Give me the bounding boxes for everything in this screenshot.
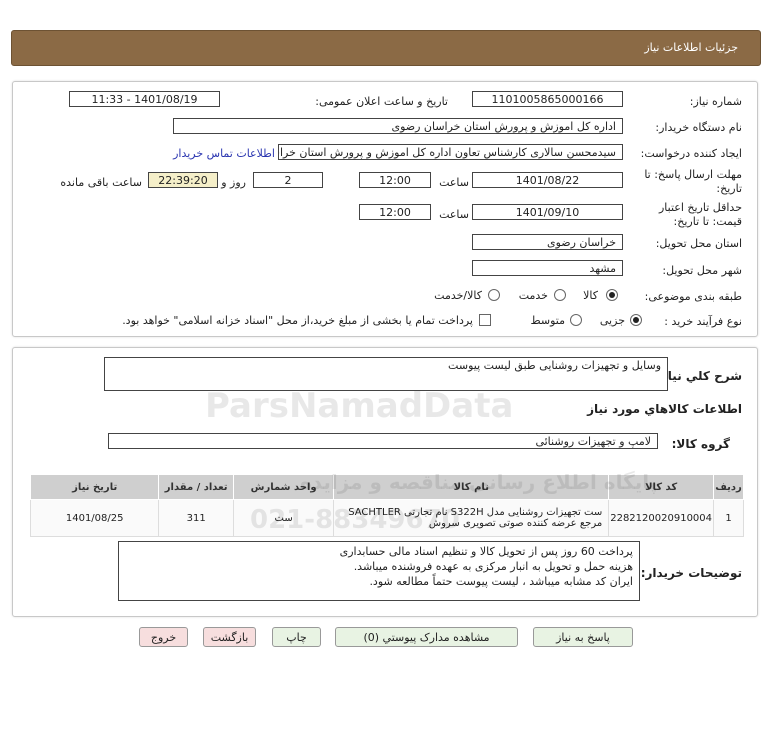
buyer-notes-box: پرداخت 60 روز پس از تحویل کالا و تنظیم ا… [118,541,640,601]
category-label: طبقه بندی موضوعی: [644,290,742,303]
validity-label-1: حداقل تاریخ اعتبار [658,201,742,214]
cell-row: 1 [713,499,744,537]
buyer-note-line: پرداخت 60 روز پس از تحویل کالا و تنظیم ا… [339,545,633,558]
goods-group-label: گروه کالا: [671,437,730,451]
buyer-note-line: هزینه حمل و تحویل به انبار مرکزی به عهده… [353,560,633,573]
requester-label: ایجاد کننده درخواست: [640,147,742,160]
announce-label: تاریخ و ساعت اعلان عمومی: [315,95,448,108]
deadline-time-label: ساعت [439,176,469,189]
treasury-payment-checkbox[interactable] [479,314,491,326]
cell-qty: 311 [158,499,234,537]
purchase-radio-medium[interactable] [570,314,582,326]
buyer-org-field: اداره کل اموزش و پرورش استان خراسان رضوی [173,118,623,134]
purchase-radio-minor[interactable] [630,314,642,326]
purchase-type-label: نوع فرآیند خرید : [664,315,742,328]
deadline-date-field: 1401/08/22 [472,172,623,188]
page-header: جزئیات اطلاعات نیاز [11,30,761,66]
need-number-field: 1101005865000166 [472,91,623,107]
buyer-note-line: ایران کد مشابه میباشد ، لیست پیوست حتماً… [369,575,633,588]
days-label: روز و [221,176,246,189]
goods-section-title: اطلاعات کالاهاي مورد نياز [587,402,742,416]
category-option-goods: کالا [583,289,598,302]
city-label: شهر محل تحویل: [662,264,742,277]
remaining-time-field: 22:39:20 [148,172,218,188]
validity-time-label: ساعت [439,208,469,221]
buyer-org-label: نام دستگاه خریدار: [655,121,742,134]
watermark-phone: 021-88349670 [250,505,460,535]
watermark-brand: ParsNamadData [205,386,514,426]
purchase-option-medium: متوسط [530,314,565,327]
attachments-button[interactable]: مشاهده مدارک پیوستي (0) [335,627,518,647]
remaining-label: ساعت باقی مانده [60,176,142,189]
summary-label: شرح کلي نياز: [656,369,742,383]
col-date: تاریخ نیاز [29,474,160,500]
announce-field: 1401/08/19 - 11:33 [69,91,220,107]
deadline-label-2: تاریخ: [716,182,742,195]
category-option-both: کالا/خدمت [434,289,482,302]
category-radio-both[interactable] [488,289,500,301]
days-field: 2 [253,172,323,188]
category-option-service: خدمت [518,289,548,302]
province-label: استان محل تحویل: [655,237,742,250]
validity-time-field: 12:00 [359,204,431,220]
reply-button[interactable]: پاسخ به نیاز [533,627,633,647]
col-qty: تعداد / مقدار [158,474,234,500]
need-number-label: شماره نیاز: [689,95,742,108]
print-button[interactable]: چاپ [272,627,321,647]
treasury-payment-note: پرداخت تمام یا بخشی از مبلغ خرید،از محل … [122,314,473,327]
province-field: خراسان رضوی [472,234,623,250]
deadline-time-field: 12:00 [359,172,431,188]
watermark-persian: پایگاه اطلاع رسانی مناقصه و مزایده [300,470,658,494]
col-row: ردیف [713,474,744,500]
back-button[interactable]: بازگشت [203,627,256,647]
category-radio-goods[interactable] [606,289,618,301]
requester-field: سیدمحسن سالاری کارشناس تعاون اداره کل ام… [278,144,623,160]
contact-buyer-link[interactable]: اطلاعات تماس خریدار [173,147,275,160]
city-field: مشهد [472,260,623,276]
purchase-option-minor: جزیی [599,314,625,327]
deadline-label-1: مهلت ارسال پاسخ: تا [644,168,742,181]
page-title: جزئیات اطلاعات نیاز [644,41,738,54]
goods-group-field: لامپ و تجهیزات روشنائی [108,433,658,449]
cell-date: 1401/08/25 [29,499,160,537]
cell-code: 2282120020910004 [608,499,715,537]
category-radio-service[interactable] [554,289,566,301]
buyer-notes-label: توضیحات خریدار: [640,566,742,580]
validity-label-2: قیمت: تا تاریخ: [673,215,742,228]
validity-date-field: 1401/09/10 [472,204,623,220]
exit-button[interactable]: خروج [139,627,188,647]
